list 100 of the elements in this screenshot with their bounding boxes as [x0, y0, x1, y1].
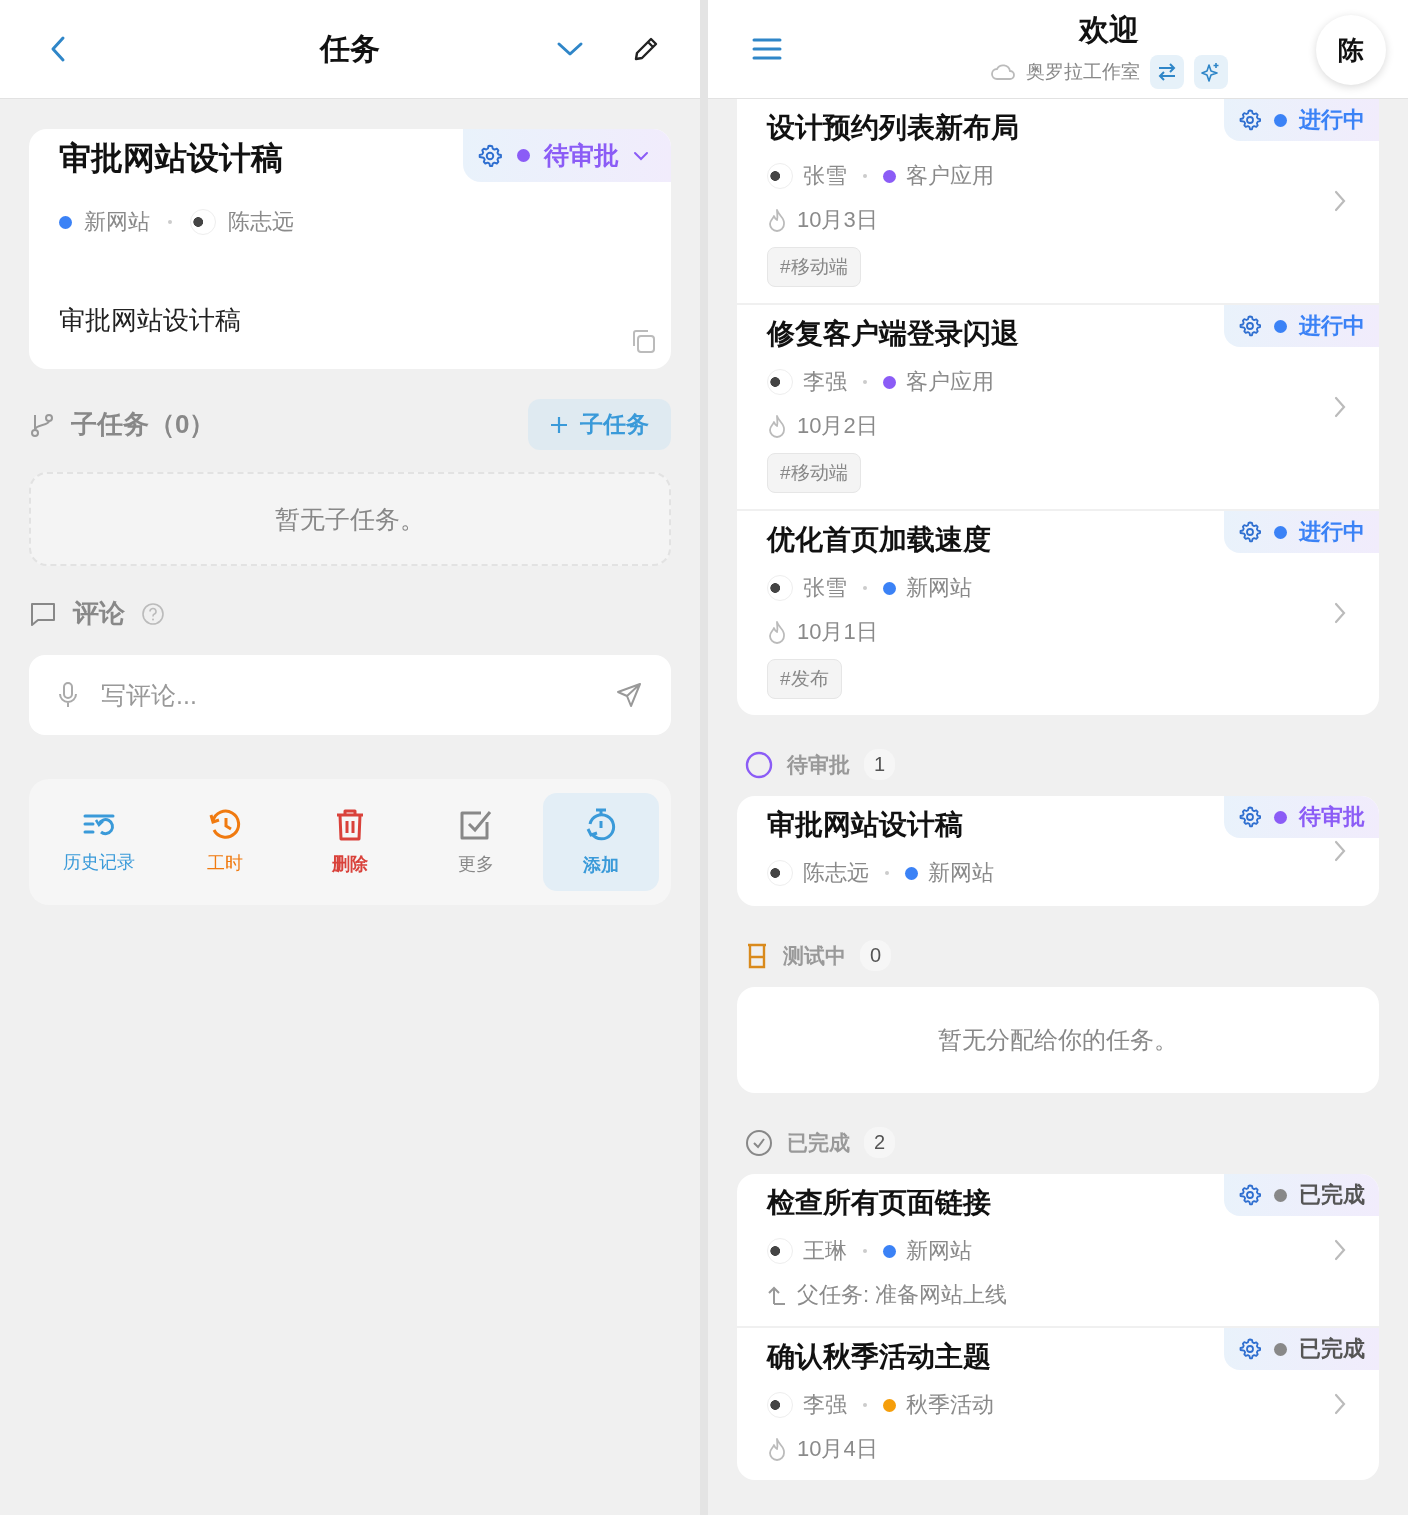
settings-icon[interactable] — [1238, 520, 1262, 544]
chevron-down-icon[interactable] — [556, 41, 584, 57]
timer-icon — [585, 807, 617, 843]
group-heading: 已完成 — [787, 1129, 850, 1156]
status-badge[interactable]: 进行中 — [1224, 305, 1379, 347]
action-button[interactable]: 添加 — [543, 793, 659, 891]
microphone-icon[interactable] — [57, 681, 79, 709]
circle-icon — [745, 750, 773, 779]
clock-icon — [207, 809, 242, 841]
assignee-name: 王琳 — [803, 1237, 847, 1265]
comment-field[interactable]: 写评论... — [99, 679, 595, 711]
action-button[interactable]: 更多 — [417, 793, 534, 891]
group-count: 1 — [864, 749, 896, 780]
settings-icon[interactable] — [1238, 1337, 1262, 1361]
task-row[interactable]: 优化首页加载速度 进行中 张雪 新网站 10月1日 #发布 — [737, 509, 1379, 715]
empty-message: 暂无分配给你的任务。 — [737, 987, 1379, 1093]
status-badge[interactable]: 待审批 — [1224, 796, 1379, 838]
group-count: 2 — [864, 1127, 896, 1158]
beaker-icon — [745, 941, 769, 970]
user-avatar[interactable]: 陈 — [1316, 15, 1386, 85]
comment-icon — [29, 600, 57, 627]
pencil-icon[interactable] — [632, 35, 660, 63]
sparkle-icon — [1201, 61, 1221, 82]
action-button[interactable]: 历史记录 — [41, 793, 157, 891]
menu-icon[interactable] — [752, 37, 782, 61]
avatar-icon — [767, 163, 793, 189]
caret-icon[interactable] — [633, 150, 649, 161]
comment-box[interactable]: 写评论... — [29, 655, 671, 735]
task-row[interactable]: 修复客户端登录闪退 进行中 李强 客户应用 10月2日 #移动端 — [737, 303, 1379, 509]
action-button[interactable]: 工时 — [166, 793, 283, 891]
assignee-name: 李强 — [803, 1391, 847, 1419]
settings-icon[interactable] — [1238, 805, 1262, 829]
assignee-name: 张雪 — [803, 574, 847, 602]
status-label: 进行中 — [1299, 106, 1365, 134]
project-name: 秋季活动 — [906, 1391, 994, 1419]
task-title: 审批网站设计稿 — [767, 808, 963, 842]
task-description: 审批网站设计稿 — [59, 304, 242, 337]
subtasks-heading: 子任务（0） — [71, 408, 216, 441]
empty-subtasks: 暂无子任务。 — [29, 472, 671, 566]
status-badge[interactable]: 已完成 — [1224, 1174, 1379, 1216]
status-badge[interactable]: 进行中 — [1224, 511, 1379, 553]
group-count: 0 — [860, 940, 892, 971]
project-name: 客户应用 — [906, 368, 994, 396]
task-title: 检查所有页面链接 — [767, 1186, 991, 1220]
flame-icon — [767, 414, 787, 438]
assignee-name: 陈志远 — [228, 208, 294, 236]
arrow-up-icon — [767, 1284, 787, 1306]
cloud-icon — [990, 62, 1016, 81]
group-heading: 待审批 — [787, 751, 850, 778]
tag[interactable]: #发布 — [767, 659, 842, 699]
avatar-icon — [767, 1392, 793, 1418]
settings-icon[interactable] — [1238, 108, 1262, 132]
flame-icon — [767, 208, 787, 232]
settings-icon[interactable] — [1238, 1183, 1262, 1207]
swap-arrows-icon — [1157, 62, 1177, 81]
sparkle-button[interactable] — [1194, 54, 1228, 89]
assignee-name: 张雪 — [803, 162, 847, 190]
avatar-icon — [767, 860, 793, 886]
parent-task: 父任务: 准备网站上线 — [797, 1281, 1008, 1309]
status-label: 进行中 — [1299, 312, 1365, 340]
assignee-name: 陈志远 — [803, 859, 869, 887]
check-circle-icon — [745, 1128, 773, 1157]
due-date: 10月3日 — [797, 206, 878, 234]
trash-icon — [334, 808, 366, 842]
project-name: 新网站 — [906, 1237, 972, 1265]
flame-icon — [767, 1437, 787, 1461]
assignee-name: 李强 — [803, 368, 847, 396]
add-subtask-button[interactable]: 子任务 — [528, 399, 671, 450]
settings-icon[interactable] — [1238, 314, 1262, 338]
avatar-icon — [767, 1238, 793, 1264]
task-title: 修复客户端登录闪退 — [767, 317, 1019, 351]
screen-title: 欢迎 — [1079, 11, 1139, 48]
status-label: 进行中 — [1299, 518, 1365, 546]
tag[interactable]: #移动端 — [767, 453, 861, 493]
group-heading: 测试中 — [783, 942, 846, 969]
project-name: 新网站 — [906, 574, 972, 602]
status-label: 已完成 — [1299, 1335, 1365, 1363]
task-title: 确认秋季活动主题 — [767, 1340, 991, 1374]
screen-title: 任务 — [320, 30, 380, 67]
task-row[interactable]: 设计预约列表新布局 进行中 张雪 客户应用 10月3日 #移动端 — [737, 99, 1379, 303]
status-badge[interactable]: 已完成 — [1224, 1328, 1379, 1370]
send-icon[interactable] — [615, 681, 643, 709]
settings-icon[interactable] — [477, 142, 503, 169]
task-title: 审批网站设计稿 — [59, 139, 283, 178]
status-label: 待审批 — [544, 140, 619, 171]
switch-button[interactable] — [1150, 54, 1184, 89]
tag[interactable]: #移动端 — [767, 247, 861, 287]
back-icon[interactable] — [50, 35, 66, 63]
due-date: 10月1日 — [797, 618, 878, 646]
project-name: 客户应用 — [906, 162, 994, 190]
task-row[interactable]: 审批网站设计稿 待审批 陈志远 新网站 — [737, 796, 1379, 906]
avatar-icon — [767, 575, 793, 601]
status-badge[interactable]: 进行中 — [1224, 99, 1379, 141]
project-name: 新网站 — [84, 208, 150, 236]
task-row[interactable]: 检查所有页面链接 已完成 王琳 新网站 父任务: 准备网站上线 — [737, 1174, 1379, 1326]
task-row[interactable]: 确认秋季活动主题 已完成 李强 秋季活动 10月4日 — [737, 1326, 1379, 1480]
due-date: 10月4日 — [797, 1435, 878, 1463]
comments-heading: 评论 — [73, 597, 125, 630]
status-badge[interactable]: 待审批 — [463, 129, 671, 182]
action-button[interactable]: 删除 — [292, 793, 408, 891]
